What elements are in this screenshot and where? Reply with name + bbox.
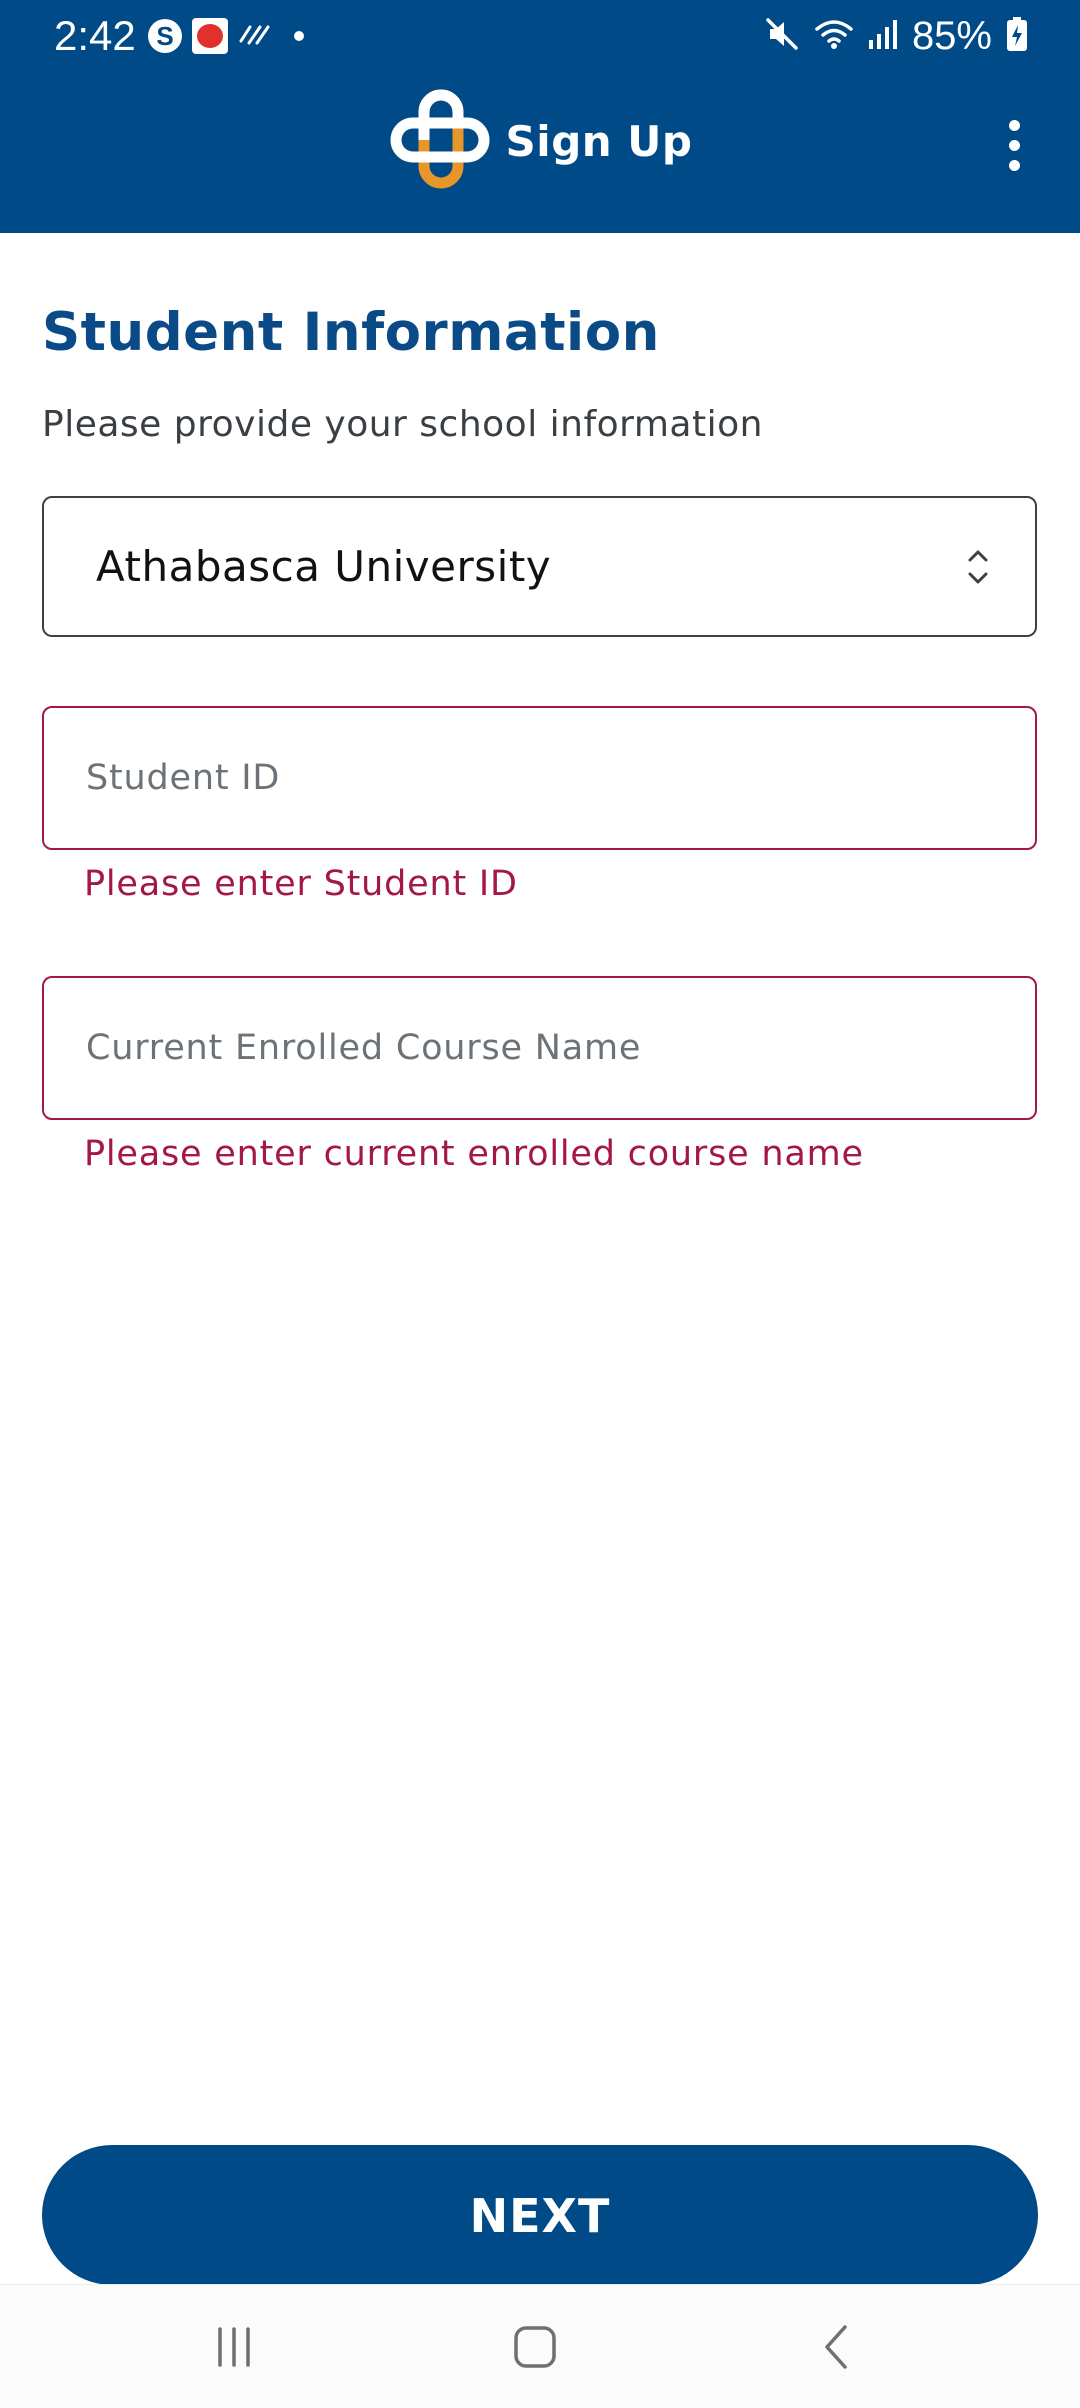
activity-icon <box>238 19 272 53</box>
app-bar-title: Sign Up <box>505 116 693 166</box>
course-name-field[interactable] <box>42 976 1037 1120</box>
signal-icon <box>868 18 898 54</box>
recents-icon[interactable] <box>154 2285 314 2408</box>
course-name-error: Please enter current enrolled course nam… <box>84 1134 864 1174</box>
status-time: 2:42 <box>54 12 136 59</box>
section-title: Student Information <box>42 302 660 363</box>
next-button[interactable]: NEXT <box>42 2145 1038 2285</box>
course-name-input[interactable] <box>44 978 1035 1118</box>
select-chevron-icon <box>965 546 991 588</box>
app-notification-icon <box>192 18 228 54</box>
wifi-icon <box>814 17 854 55</box>
skype-icon: S <box>148 19 182 53</box>
battery-level: 85% <box>911 14 992 58</box>
status-right-icons: 85% <box>764 8 1028 64</box>
app-bar: Sign Up <box>0 86 1080 196</box>
more-vert-icon[interactable] <box>984 110 1044 180</box>
section-subtitle: Please provide your school information <box>42 404 763 445</box>
cross-logo-icon <box>388 87 492 195</box>
back-icon[interactable] <box>757 2285 917 2408</box>
screen: 2:42 S 85% Sign Up Student Information P… <box>0 0 1080 2408</box>
dot-icon <box>294 31 304 41</box>
mute-icon <box>764 16 800 56</box>
top-bar: 2:42 S 85% Sign Up <box>0 0 1080 233</box>
home-icon[interactable] <box>455 2285 615 2408</box>
school-select[interactable]: Athabasca University <box>42 496 1037 637</box>
student-id-error: Please enter Student ID <box>84 864 518 904</box>
school-select-value: Athabasca University <box>96 542 552 591</box>
system-nav-bar <box>0 2284 1080 2408</box>
status-left-icons: S <box>148 15 304 57</box>
battery-charging-icon <box>1006 16 1028 56</box>
student-id-field[interactable] <box>42 706 1037 850</box>
student-id-input[interactable] <box>44 708 1035 848</box>
